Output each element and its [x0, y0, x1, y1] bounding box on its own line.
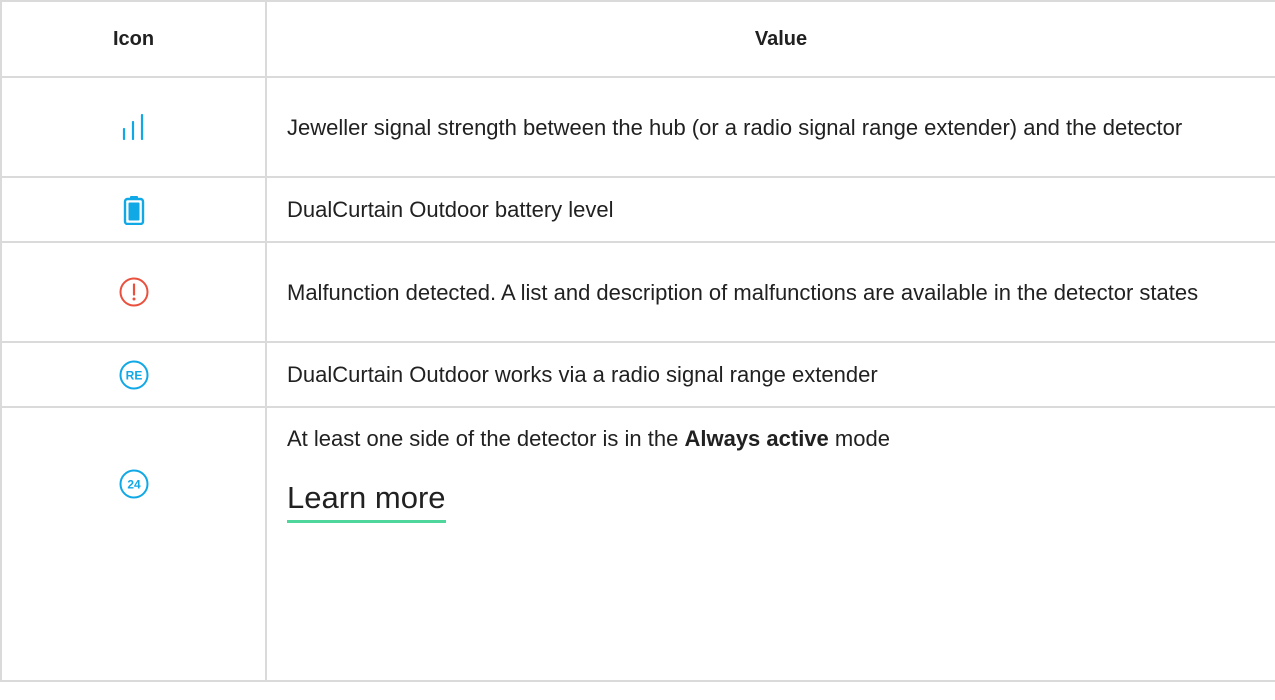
malfunction-icon	[118, 276, 150, 308]
signal-strength-icon	[119, 112, 149, 142]
always-active-icon: 24	[118, 468, 150, 500]
value-cell: Malfunction detected. A list and descrip…	[265, 241, 1275, 343]
icon-cell	[0, 76, 267, 178]
icon-cell: RE	[0, 341, 267, 408]
column-header-value: Value	[265, 0, 1275, 78]
column-header-icon: Icon	[0, 0, 267, 78]
icon-cell	[0, 176, 267, 243]
table-row: 24 At least one side of the detector is …	[0, 406, 1275, 682]
range-extender-icon-label: RE	[125, 368, 142, 382]
description-text-after: mode	[828, 426, 890, 451]
always-active-icon-label: 24	[127, 478, 141, 492]
range-extender-icon: RE	[118, 359, 150, 391]
table-header-row: Icon Value	[0, 0, 1275, 78]
table-row: DualCurtain Outdoor battery level	[0, 176, 1275, 243]
battery-icon	[123, 195, 145, 225]
description-text-before: At least one side of the detector is in …	[287, 426, 685, 451]
icon-cell	[0, 241, 267, 343]
table-row: Malfunction detected. A list and descrip…	[0, 241, 1275, 343]
value-cell: At least one side of the detector is in …	[265, 406, 1275, 682]
table-row: RE DualCurtain Outdoor works via a radio…	[0, 341, 1275, 408]
value-cell: Jeweller signal strength between the hub…	[265, 76, 1275, 178]
icons-table-container: Icon Value Jeweller signal strength betw…	[0, 0, 1275, 700]
value-cell: DualCurtain Outdoor works via a radio si…	[265, 341, 1275, 408]
always-active-mode-label: Always active	[684, 426, 829, 451]
always-active-description: At least one side of the detector is in …	[287, 421, 1255, 456]
learn-more-link[interactable]: Learn more	[287, 478, 446, 523]
table-row: Jeweller signal strength between the hub…	[0, 76, 1275, 178]
value-cell: DualCurtain Outdoor battery level	[265, 176, 1275, 243]
icons-table: Icon Value Jeweller signal strength betw…	[0, 0, 1275, 682]
icon-cell: 24	[0, 406, 267, 682]
